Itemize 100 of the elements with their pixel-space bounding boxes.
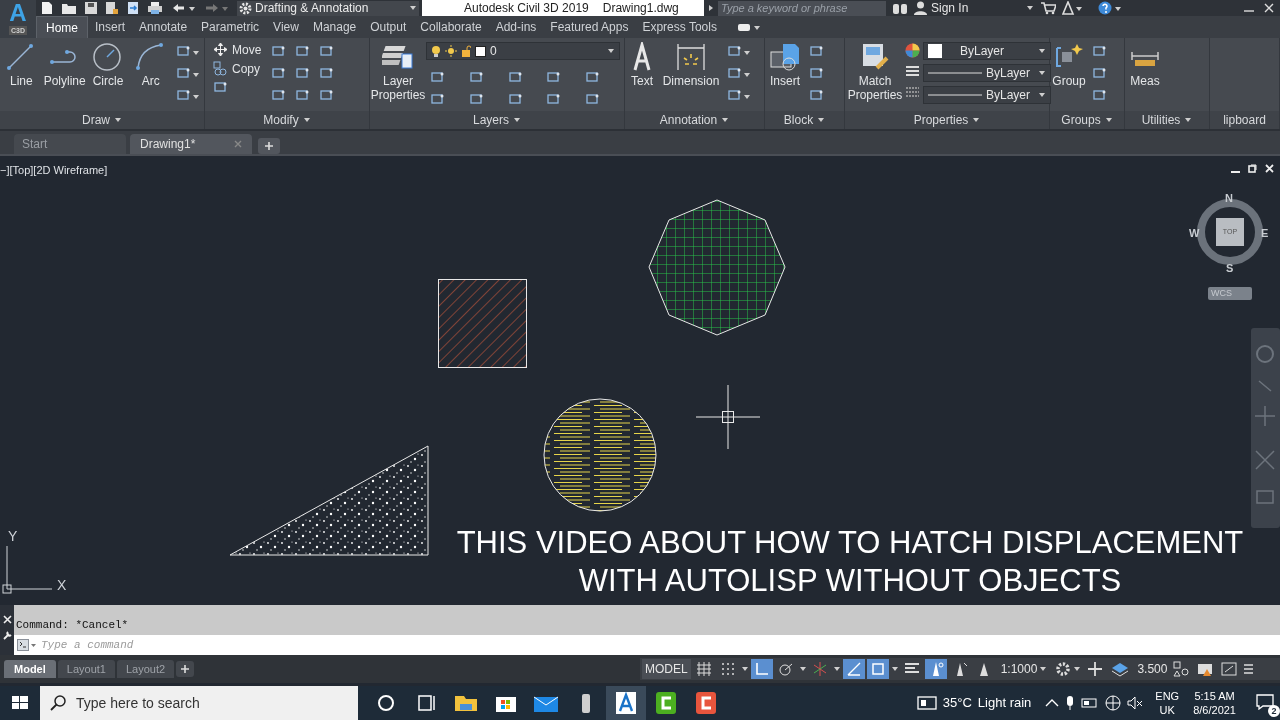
shapes-icon[interactable] (1173, 661, 1190, 677)
ribbon-tab[interactable]: Featured Apps (543, 16, 636, 38)
property-dropdown[interactable]: ByLayer (923, 86, 1051, 104)
model-space-button[interactable]: MODEL (642, 659, 691, 679)
caret-icon (798, 666, 807, 672)
layer-dropdown[interactable]: 0 (426, 42, 620, 60)
sign-in-link[interactable]: Sign In (931, 1, 969, 15)
ribbon-tool-button[interactable]: Arc (129, 38, 172, 88)
property-dropdown[interactable]: ByLayer (923, 42, 1051, 60)
ortho-toggle-button[interactable] (750, 659, 773, 679)
cart-icon[interactable] (1040, 1, 1056, 15)
tool-icon (675, 42, 707, 72)
gear-icon[interactable] (1055, 661, 1072, 677)
search-field[interactable]: Type a keyword or phrase (718, 0, 886, 16)
light-bulb-icon (431, 45, 441, 57)
layout-tab[interactable]: Layout1 (57, 660, 115, 678)
layer-name: 0 (490, 44, 497, 58)
ribbon-tab[interactable]: View (266, 16, 306, 38)
globe-icon[interactable] (1105, 695, 1122, 711)
tool-icon (213, 42, 228, 57)
ribbon-tab[interactable]: Output (363, 16, 414, 38)
iso-toggle-button[interactable] (842, 659, 865, 679)
application-title: Autodesk Civil 3D 2019 (464, 1, 589, 15)
caret-icon (302, 117, 311, 123)
layout-tab[interactable]: Model (4, 660, 56, 678)
ribbon-tool-button[interactable]: Dimension (659, 38, 723, 88)
ribbon-tab[interactable]: Insert (88, 16, 133, 38)
osnap-toggle-button[interactable] (866, 659, 889, 679)
property-dropdown[interactable]: ByLayer (923, 64, 1051, 82)
panel-title[interactable]: Modify (263, 113, 299, 127)
ribbon-tab[interactable]: Annotate (132, 16, 195, 38)
news-icon[interactable] (916, 695, 937, 711)
autocad-app-icon[interactable] (606, 686, 646, 720)
ribbon-tool-button[interactable]: Layer Properties (370, 38, 426, 102)
iso-icon (845, 661, 862, 677)
panel-title[interactable]: Layers (473, 113, 509, 127)
new-layout-icon[interactable] (176, 661, 195, 677)
microphone-icon[interactable] (1065, 695, 1076, 711)
save-icon[interactable] (84, 1, 98, 15)
restore-icon[interactable] (1248, 164, 1257, 173)
ribbon-tool-button[interactable]: Circle (86, 38, 130, 88)
ribbon-tab[interactable]: Parametric (194, 16, 267, 38)
ribbon-tool-button[interactable]: Text (625, 38, 659, 88)
binoculars-icon[interactable] (892, 1, 908, 15)
document-tab[interactable]: Drawing1* (130, 134, 252, 154)
workspace-dropdown[interactable]: Drafting & Annotation (237, 0, 419, 16)
taskbar-search-field[interactable]: Type here to search (76, 688, 358, 718)
color-wheel-icon (905, 43, 920, 58)
caret-icon (972, 117, 981, 123)
polar-icon (777, 661, 794, 677)
help-icon[interactable] (1098, 1, 1122, 15)
redo-icon[interactable] (203, 1, 229, 15)
workspace-stack-icon[interactable] (1111, 661, 1130, 677)
lineweight-icon (905, 64, 920, 79)
weather-temperature[interactable]: 35°C (942, 693, 972, 713)
save-as-icon[interactable] (105, 1, 119, 15)
input-language[interactable]: ENG (1155, 689, 1180, 703)
taskbar-search-box[interactable]: Type here to search (40, 686, 358, 720)
caret-icon (1038, 70, 1046, 76)
ribbon-tool-button[interactable]: Meas (1125, 38, 1165, 88)
ribbon-tool-button[interactable]: Match Properties (845, 38, 905, 102)
notification-icon[interactable] (1256, 694, 1274, 710)
ribbon-tab[interactable]: Express Tools (635, 16, 724, 38)
ribbon-tool-button[interactable]: Line (0, 38, 43, 88)
print-icon[interactable] (147, 1, 163, 15)
panel-title[interactable]: Draw (82, 113, 110, 127)
annotation-scale[interactable]: 1:1000 (1000, 660, 1038, 678)
viewport-controls-label[interactable]: −][Top][2D Wireframe] (0, 162, 108, 179)
weather-condition[interactable]: Light rain (977, 693, 1032, 713)
ribbon-tool-button[interactable]: Group (1050, 38, 1088, 88)
ribbon-tool-button[interactable]: Move (213, 42, 267, 57)
user-icon (914, 1, 927, 15)
ribbon-tool-button[interactable]: Polyline (42, 38, 87, 88)
caret-icon (1073, 666, 1082, 672)
ribbon-tool-button[interactable]: Copy (213, 61, 267, 76)
speaker-muted-icon[interactable] (1127, 696, 1144, 710)
wrench-icon[interactable] (2, 630, 12, 640)
clock-time[interactable]: 5:15 AM (1194, 689, 1235, 703)
ribbon-tab[interactable]: Collaborate (413, 16, 489, 38)
input-region[interactable]: UK (1159, 703, 1175, 717)
caret-icon (513, 117, 521, 123)
caret-icon (817, 117, 826, 123)
layout-tab[interactable]: Layout2 (116, 660, 175, 678)
elevation-value[interactable]: 3.500 (1137, 660, 1168, 678)
battery-icon[interactable] (1081, 697, 1100, 709)
plus-icon[interactable] (1087, 661, 1104, 677)
axis-label: X (57, 576, 67, 595)
clock-date[interactable]: 8/6/2021 (1193, 703, 1236, 717)
annovis-toggle-button[interactable] (924, 659, 947, 679)
ribbon-tab[interactable]: Add-ins (488, 16, 544, 38)
chevron-up-icon[interactable] (1045, 698, 1060, 708)
fullscreen-icon[interactable] (1221, 661, 1238, 677)
menu-icon[interactable] (1243, 661, 1254, 677)
ribbon-tool-button[interactable]: Insert (765, 38, 805, 88)
share-icon[interactable] (126, 1, 140, 15)
ribbon-tab[interactable]: Home (36, 16, 88, 38)
axis-label: Y (8, 527, 18, 546)
new-tab-icon[interactable] (258, 138, 280, 154)
graphics-warning-icon[interactable] (1197, 661, 1214, 677)
ribbon-tab[interactable]: Manage (305, 16, 364, 38)
